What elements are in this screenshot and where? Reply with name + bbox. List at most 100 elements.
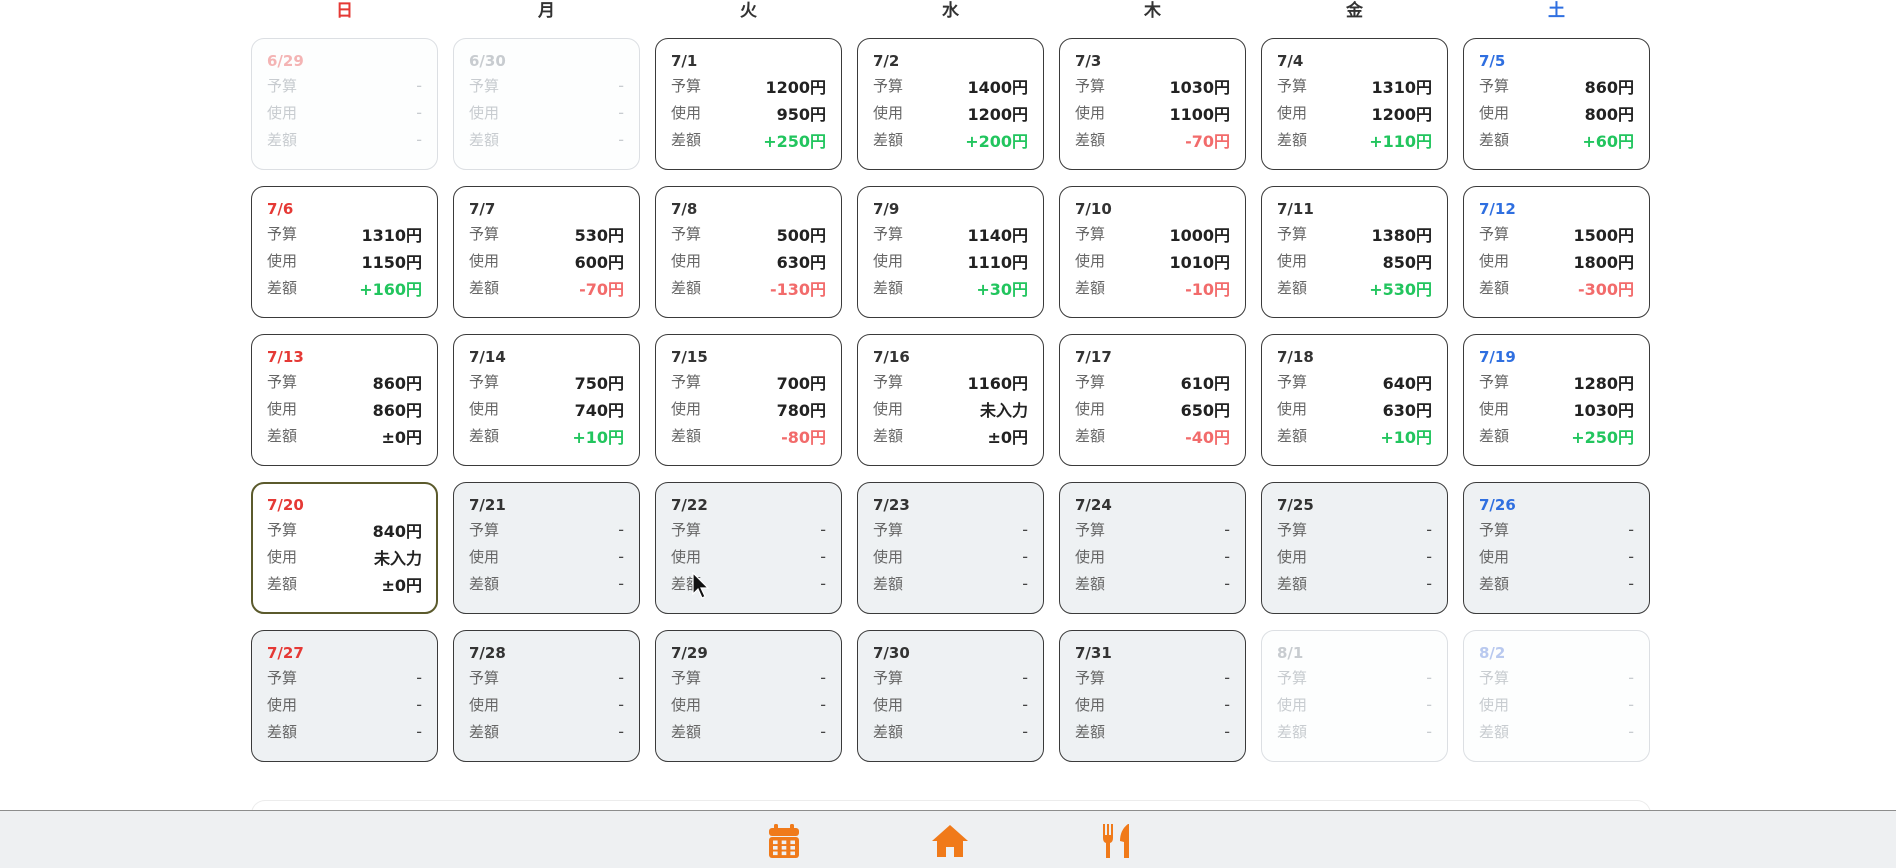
used-value: 860円 (372, 400, 422, 420)
day-cell[interactable]: 7/12 予算 1500円 使用 1800円 差額 -300円 (1463, 186, 1650, 318)
day-cell[interactable]: 7/13 予算 860円 使用 860円 差額 ±0円 (251, 334, 438, 466)
nav-calendar-button[interactable] (762, 819, 806, 863)
day-used-row: 使用 1150円 (267, 247, 422, 274)
day-used-row: 使用 740円 (469, 395, 624, 422)
day-cell[interactable]: 7/23 予算 - 使用 - 差額 - (857, 482, 1044, 614)
budget-label: 予算 (1479, 669, 1510, 687)
day-cell[interactable]: 7/29 予算 - 使用 - 差額 - (655, 630, 842, 762)
day-cell[interactable]: 7/19 予算 1280円 使用 1030円 差額 +250円 (1463, 334, 1650, 466)
day-diff-row: 差額 - (469, 718, 624, 745)
used-label: 使用 (1479, 696, 1510, 714)
diff-value: -130円 (769, 279, 826, 299)
day-cell[interactable]: 7/24 予算 - 使用 - 差額 - (1059, 482, 1246, 614)
budget-label: 予算 (1075, 669, 1106, 687)
used-value: - (1022, 547, 1028, 566)
day-budget-row: 予算 - (1277, 516, 1432, 543)
budget-value: 1310円 (361, 225, 422, 245)
day-cell[interactable]: 7/30 予算 - 使用 - 差額 - (857, 630, 1044, 762)
day-cell[interactable]: 7/25 予算 - 使用 - 差額 - (1261, 482, 1448, 614)
day-cell[interactable]: 7/21 予算 - 使用 - 差額 - (453, 482, 640, 614)
nav-meals-button[interactable] (1096, 819, 1140, 863)
day-cell[interactable]: 7/31 予算 - 使用 - 差額 - (1059, 630, 1246, 762)
day-cell[interactable]: 7/7 予算 530円 使用 600円 差額 -70円 (453, 186, 640, 318)
day-date: 7/10 (1075, 200, 1112, 218)
day-cell[interactable]: 7/4 予算 1310円 使用 1200円 差額 +110円 (1261, 38, 1448, 170)
budget-value: 840円 (372, 521, 422, 541)
budget-value: 610円 (1180, 373, 1230, 393)
used-label: 使用 (1075, 400, 1106, 418)
day-cell[interactable]: 7/3 予算 1030円 使用 1100円 差額 -70円 (1059, 38, 1246, 170)
day-cell[interactable]: 7/15 予算 700円 使用 780円 差額 -80円 (655, 334, 842, 466)
day-used-row: 使用 - (1075, 691, 1230, 718)
day-cell[interactable]: 6/29 予算 - 使用 - 差額 - (251, 38, 438, 170)
day-date: 7/15 (671, 348, 708, 366)
used-value: 未入力 (373, 548, 422, 568)
day-cell[interactable]: 7/6 予算 1310円 使用 1150円 差額 +160円 (251, 186, 438, 318)
diff-value: +10円 (572, 427, 624, 447)
day-cell[interactable]: 7/28 予算 - 使用 - 差額 - (453, 630, 640, 762)
day-cell[interactable]: 7/1 予算 1200円 使用 950円 差額 +250円 (655, 38, 842, 170)
used-label: 使用 (469, 548, 500, 566)
used-label: 使用 (1277, 400, 1308, 418)
day-cell[interactable]: 8/1 予算 - 使用 - 差額 - (1261, 630, 1448, 762)
day-used-row: 使用 800円 (1479, 99, 1634, 126)
day-cell[interactable]: 7/11 予算 1380円 使用 850円 差額 +530円 (1261, 186, 1448, 318)
day-date: 7/4 (1277, 52, 1304, 70)
day-budget-row: 予算 700円 (671, 368, 826, 395)
day-budget-row: 予算 1000円 (1075, 220, 1230, 247)
day-date: 7/8 (671, 200, 698, 218)
day-cell[interactable]: 7/26 予算 - 使用 - 差額 - (1463, 482, 1650, 614)
day-cell[interactable]: 8/2 予算 - 使用 - 差額 - (1463, 630, 1650, 762)
weekday-wed: 水 (942, 1, 959, 21)
day-cell[interactable]: 7/14 予算 750円 使用 740円 差額 +10円 (453, 334, 640, 466)
budget-value: 640円 (1382, 373, 1432, 393)
day-budget-row: 予算 1280円 (1479, 368, 1634, 395)
used-value: 1150円 (361, 252, 422, 272)
day-cell[interactable]: 7/8 予算 500円 使用 630円 差額 -130円 (655, 186, 842, 318)
day-date: 6/29 (267, 52, 304, 70)
day-cell[interactable]: 7/16 予算 1160円 使用 未入力 差額 ±0円 (857, 334, 1044, 466)
day-cell[interactable]: 6/30 予算 - 使用 - 差額 - (453, 38, 640, 170)
day-used-row: 使用 1800円 (1479, 247, 1634, 274)
day-budget-row: 予算 500円 (671, 220, 826, 247)
budget-label: 予算 (873, 77, 904, 95)
budget-label: 予算 (267, 77, 298, 95)
day-budget-row: 予算 860円 (267, 368, 422, 395)
day-budget-row: 予算 1310円 (267, 220, 422, 247)
day-cell[interactable]: 7/5 予算 860円 使用 800円 差額 +60円 (1463, 38, 1650, 170)
day-used-row: 使用 1200円 (873, 99, 1028, 126)
budget-value: 1380円 (1371, 225, 1432, 245)
diff-label: 差額 (1479, 279, 1510, 297)
budget-value: 860円 (372, 373, 422, 393)
day-date: 6/30 (469, 52, 506, 70)
day-used-row: 使用 1200円 (1277, 99, 1432, 126)
used-value: 650円 (1180, 400, 1230, 420)
day-budget-row: 予算 1380円 (1277, 220, 1432, 247)
day-date: 7/26 (1479, 496, 1516, 514)
day-budget-row: 予算 - (267, 72, 422, 99)
budget-label: 予算 (671, 521, 702, 539)
budget-value: 1000円 (1169, 225, 1230, 245)
day-cell[interactable]: 7/27 予算 - 使用 - 差額 - (251, 630, 438, 762)
diff-value: +530円 (1369, 279, 1432, 299)
used-value: - (820, 547, 826, 566)
day-cell[interactable]: 7/9 予算 1140円 使用 1110円 差額 +30円 (857, 186, 1044, 318)
weekday-sun: 日 (336, 1, 353, 21)
day-date: 7/2 (873, 52, 900, 70)
budget-label: 予算 (873, 225, 904, 243)
nav-home-button[interactable] (928, 819, 972, 863)
used-value: - (416, 103, 422, 122)
day-cell[interactable]: 7/18 予算 640円 使用 630円 差額 +10円 (1261, 334, 1448, 466)
budget-label: 予算 (1075, 373, 1106, 391)
day-used-row: 使用 1010円 (1075, 247, 1230, 274)
day-cell[interactable]: 7/2 予算 1400円 使用 1200円 差額 +200円 (857, 38, 1044, 170)
used-value: - (1224, 695, 1230, 714)
day-cell[interactable]: 7/20 予算 840円 使用 未入力 差額 ±0円 (251, 482, 438, 614)
used-label: 使用 (267, 696, 298, 714)
used-label: 使用 (1075, 696, 1106, 714)
day-cell[interactable]: 7/22 予算 - 使用 - 差額 - (655, 482, 842, 614)
diff-label: 差額 (267, 131, 298, 149)
day-cell[interactable]: 7/17 予算 610円 使用 650円 差額 -40円 (1059, 334, 1246, 466)
day-diff-row: 差額 ±0円 (873, 422, 1028, 449)
day-cell[interactable]: 7/10 予算 1000円 使用 1010円 差額 -10円 (1059, 186, 1246, 318)
